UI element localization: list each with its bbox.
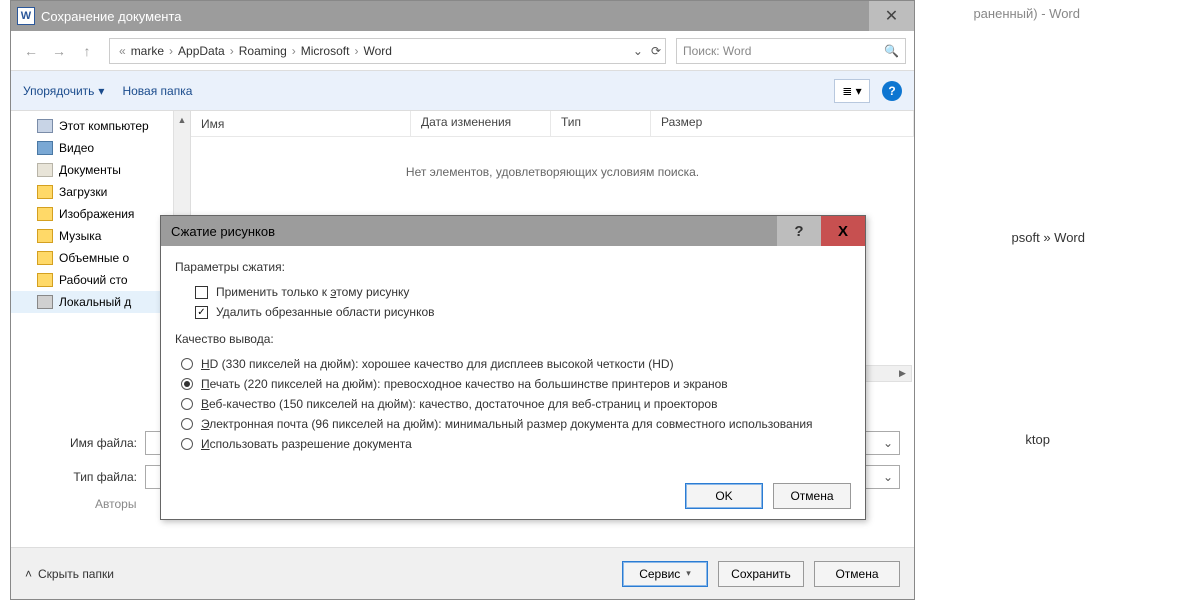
organize-button[interactable]: Упорядочить ▾ [23,84,104,98]
list-view-icon: ≣ ▾ [842,84,861,98]
compress-pictures-dialog: Сжатие рисунков ? X Параметры сжатия: Пр… [160,215,866,520]
word-app-background: раненный) - Word psoft » Word ktop [900,0,1200,600]
nav-toolbar: ← → ↑ « marke › AppData › Roaming › Micr… [11,31,914,71]
delete-cropped-label: Удалить обрезанные области рисунков [216,305,435,319]
cancel-button[interactable]: Отмена [773,483,851,509]
video-icon [37,141,53,155]
radio-hd[interactable]: HD (330 пикселей на дюйм): хорошее качес… [175,354,851,374]
organize-toolbar: Упорядочить ▾ Новая папка ≣ ▾ ? [11,71,914,111]
word-path-fragment: psoft » Word [1012,230,1085,245]
help-button[interactable]: ? [882,81,902,101]
filetype-label: Тип файла: [25,470,145,484]
search-icon: 🔍 [884,44,899,58]
breadcrumb-prefix: « [119,44,126,58]
breadcrumb-item[interactable]: AppData [178,44,225,58]
nav-back-button[interactable]: ← [19,39,43,63]
compress-title: Сжатие рисунков [171,224,275,239]
search-placeholder: Поиск: Word [683,44,751,58]
radio-button[interactable] [181,398,193,410]
breadcrumb-item[interactable]: Microsoft [301,44,350,58]
compression-params-label: Параметры сжатия: [175,260,851,274]
col-size[interactable]: Размер [651,111,914,136]
breadcrumb[interactable]: « marke › AppData › Roaming › Microsoft … [109,38,666,64]
nav-forward-button[interactable]: → [47,39,71,63]
documents-icon [37,163,53,177]
col-date[interactable]: Дата изменения [411,111,551,136]
apply-only-checkbox-row[interactable]: Применить только к этому рисунку [175,282,851,302]
col-type[interactable]: Тип [551,111,651,136]
chevron-down-icon: ⌄ [883,470,893,484]
chevron-down-icon: ▾ [98,84,104,98]
breadcrumb-item[interactable]: marke [131,44,164,58]
radio-email[interactable]: Электронная почта (96 пикселей на дюйм):… [175,414,851,434]
checkbox-unchecked[interactable] [195,286,208,299]
dialog-close-button[interactable]: X [821,216,865,246]
compress-titlebar[interactable]: Сжатие рисунков ? X [161,216,865,246]
dialog-footer: ˄ Скрыть папки Сервис Сохранить Отмена [11,547,914,599]
breadcrumb-item[interactable]: Roaming [239,44,287,58]
radio-doc-resolution[interactable]: Использовать разрешение документа [175,434,851,454]
pc-icon [37,119,53,133]
list-header: Имя Дата изменения Тип Размер [191,111,914,137]
folder-icon [37,207,53,221]
col-name[interactable]: Имя [191,111,411,136]
delete-cropped-checkbox-row[interactable]: Удалить обрезанные области рисунков [175,302,851,322]
filename-label: Имя файла: [25,436,145,450]
radio-button[interactable] [181,438,193,450]
authors-label: Авторы [95,497,136,511]
tree-item-videos[interactable]: Видео [11,137,190,159]
save-dialog-title: Сохранение документа [41,9,182,24]
radio-button[interactable] [181,358,193,370]
radio-button-checked[interactable] [181,378,193,390]
close-button[interactable]: ✕ [869,1,914,31]
apply-only-label: Применить только к этому рисунку [216,285,409,299]
breadcrumb-item[interactable]: Word [363,44,391,58]
chevron-down-icon: ⌄ [883,436,893,450]
folder-icon [37,229,53,243]
refresh-icon[interactable]: ⟳ [651,44,661,58]
word-icon: W [17,7,35,25]
tree-item-this-pc[interactable]: Этот компьютер [11,115,190,137]
scroll-up-icon[interactable]: ▲ [174,111,190,128]
chevron-up-icon: ˄ [25,567,32,581]
hide-folders-button[interactable]: ˄ Скрыть папки [25,567,114,581]
scroll-right-icon[interactable]: ▶ [894,368,911,379]
save-dialog-titlebar[interactable]: W Сохранение документа ✕ [11,1,914,31]
breadcrumb-dropdown-icon[interactable]: ⌄ [633,44,643,58]
view-mode-button[interactable]: ≣ ▾ [834,79,870,103]
tools-button[interactable]: Сервис [622,561,708,587]
radio-print[interactable]: Печать (220 пикселей на дюйм): превосход… [175,374,851,394]
nav-up-button[interactable]: ↑ [75,39,99,63]
folder-icon [37,185,53,199]
tree-item-documents[interactable]: Документы [11,159,190,181]
dialog-help-button[interactable]: ? [777,216,821,246]
radio-button[interactable] [181,418,193,430]
checkbox-checked[interactable] [195,306,208,319]
folder-icon [37,273,53,287]
tree-item-downloads[interactable]: Загрузки [11,181,190,203]
word-title-fragment: раненный) - Word [973,6,1080,21]
new-folder-button[interactable]: Новая папка [122,84,192,98]
ok-button[interactable]: OK [685,483,763,509]
cancel-button[interactable]: Отмена [814,561,900,587]
word-ktop-fragment: ktop [1025,432,1050,447]
save-button[interactable]: Сохранить [718,561,804,587]
folder-icon [37,251,53,265]
radio-web[interactable]: Веб-качество (150 пикселей на дюйм): кач… [175,394,851,414]
search-input[interactable]: Поиск: Word 🔍 [676,38,906,64]
disk-icon [37,295,53,309]
output-quality-label: Качество вывода: [175,332,851,346]
